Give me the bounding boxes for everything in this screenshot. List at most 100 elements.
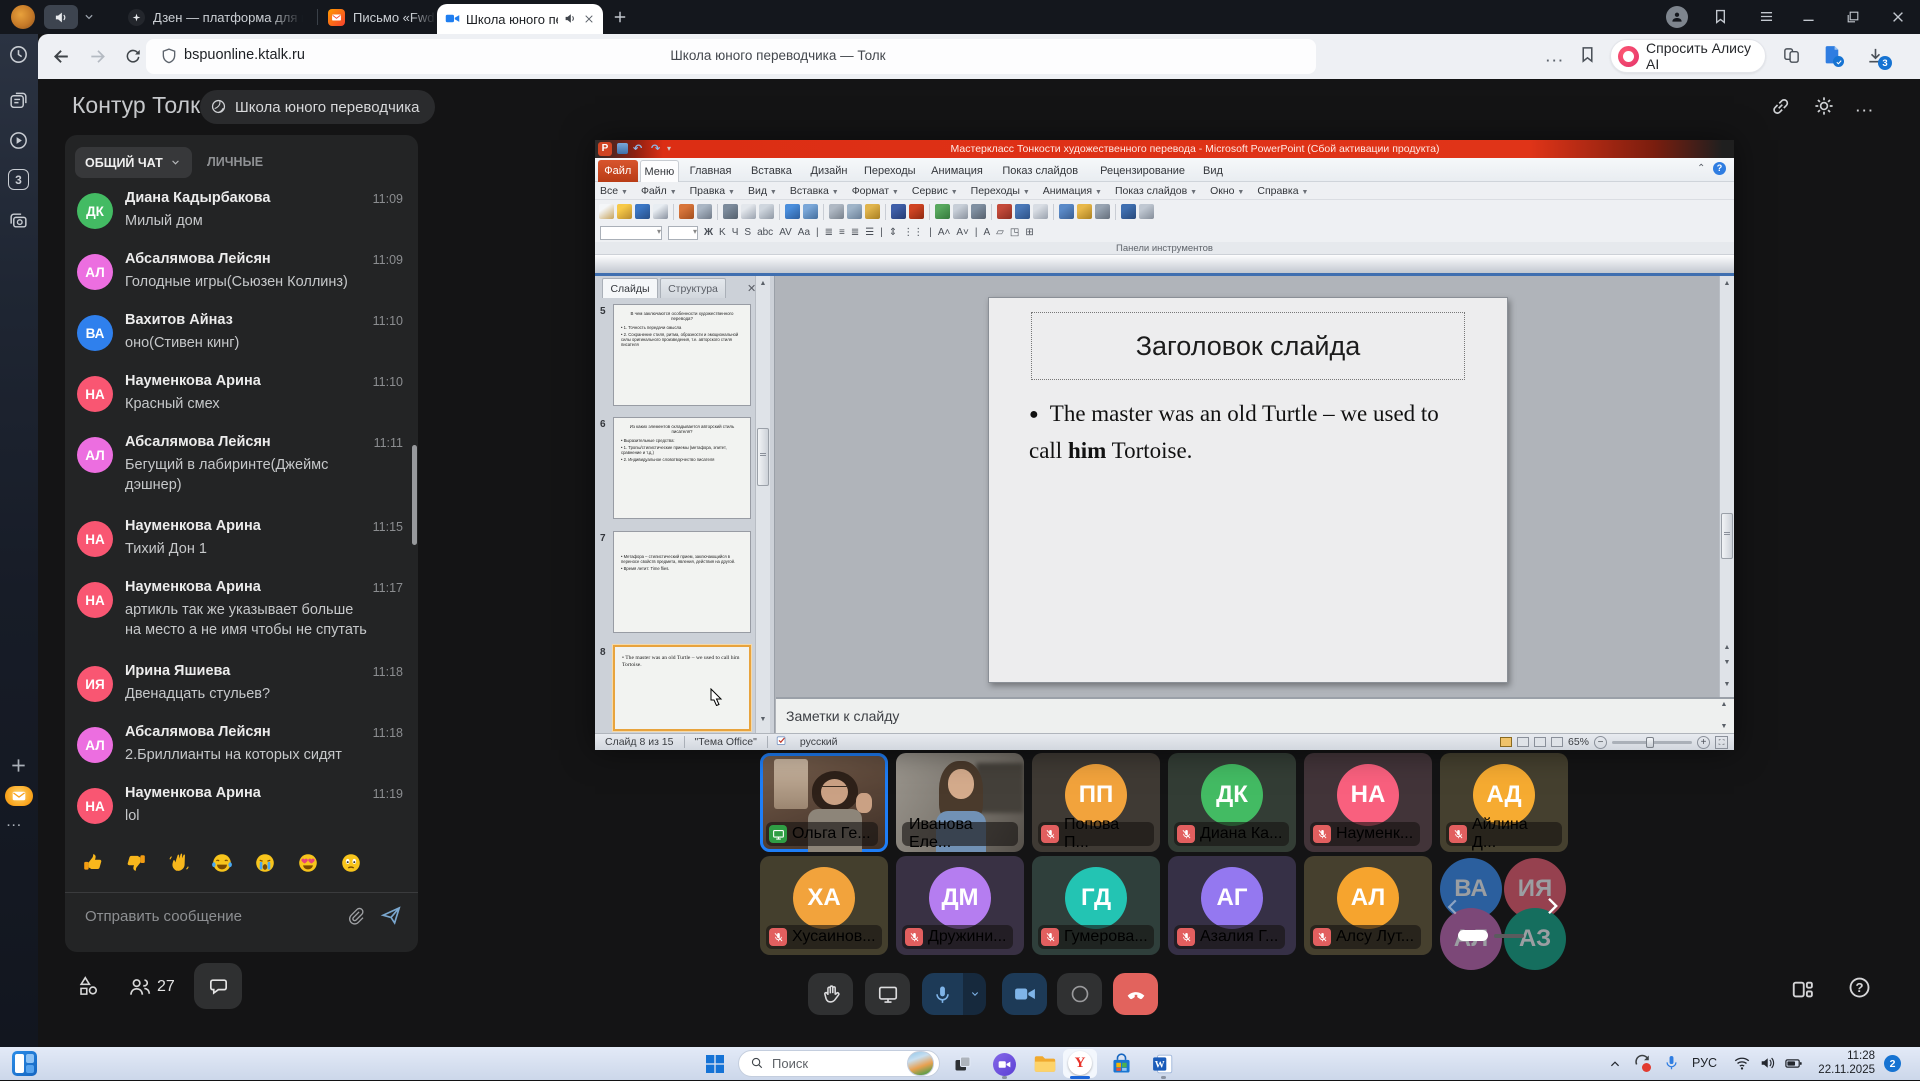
scroll-thumb[interactable] [1721,513,1733,559]
ribbon-tab[interactable]: Рецензирование [1091,160,1195,182]
shapes-reactions-icon[interactable] [77,974,100,997]
format-glyph[interactable]: S [744,227,751,238]
format-glyph[interactable]: ⊞ [1025,227,1033,238]
sidebar-mail-icon[interactable] [5,786,33,806]
format-glyph[interactable]: Ж [704,227,713,238]
scroll-down-icon[interactable]: ▼ [758,716,768,726]
qat-dropdown-icon[interactable]: ▾ [667,144,671,153]
tray-volume-icon[interactable] [1759,1054,1777,1072]
browser-menu-icon[interactable] [1758,8,1775,26]
participant-tile[interactable]: АЛАлсу Лут... [1304,856,1432,955]
participant-tile[interactable]: Ольга Ге... [760,753,888,852]
help-icon[interactable]: ? [1847,975,1872,1000]
toolbar-mini-icon[interactable] [953,204,968,219]
scroll-down-icon[interactable]: ▼ [1722,681,1732,688]
format-glyph[interactable]: ≡ [839,227,845,238]
sidebar-video-icon[interactable] [8,130,29,151]
format-glyph[interactable]: | [880,227,883,238]
chat-tab-general[interactable]: ОБЩИЙ ЧАТ [75,147,192,178]
notes-scroll-up[interactable]: ▲ [1719,701,1729,708]
toolbar-mini-icon[interactable] [997,204,1012,219]
format-glyph[interactable]: abc [757,227,773,238]
participants-icon[interactable] [128,975,152,999]
toolbar-mini-icon[interactable] [1059,204,1074,219]
window-close-button[interactable] [1890,8,1906,26]
format-glyph[interactable]: AV [779,227,792,238]
browser-tab-mail[interactable]: Письмо «Fwd: Ссылка дл [324,0,436,34]
tray-record-icon[interactable] [1633,1053,1653,1073]
slide-thumbnail[interactable]: • Метафора – стилистический прием, заклю… [613,531,751,633]
sidebar-tabs-icon[interactable] [8,90,29,111]
ribbon-tab[interactable]: Переходы [857,160,922,182]
menu-item[interactable]: Вид ▼ [748,185,777,197]
menu-item[interactable]: Окно ▼ [1210,185,1244,197]
participant-tile[interactable]: АДАйлина Д... [1440,753,1568,852]
font-name-select[interactable]: ▾ [600,226,662,240]
ribbon-tab[interactable]: Дизайн [803,160,855,182]
toolbar-mini-icon[interactable] [1121,204,1136,219]
fit-window-icon[interactable]: ⛶ [1715,736,1728,749]
format-glyph[interactable]: ☰ [865,227,874,238]
prev-slide-icon[interactable]: ▲ [1722,644,1732,651]
attach-icon[interactable] [346,906,365,925]
scroll-thumb[interactable] [757,428,769,486]
emoji-thumbs-up[interactable] [82,852,104,874]
mic-dropdown[interactable] [963,973,986,1015]
zoom-in-icon[interactable]: + [1697,736,1710,749]
nav-reload-icon[interactable] [124,47,142,65]
scroll-up-icon[interactable]: ▲ [758,280,768,290]
sidebar-screenshot-icon[interactable] [8,210,29,231]
overflow-cluster[interactable]: ВАИЯАЛАЗ [1440,856,1568,954]
room-pill[interactable]: Школа юного переводчика [200,90,435,124]
hangup-button[interactable] [1113,973,1158,1015]
format-glyph[interactable]: A˅ [956,227,969,238]
slide-bullet[interactable]: ● The master was an old Turtle – we used… [1029,396,1449,469]
copy-link-icon[interactable] [1770,96,1791,117]
toolbar-mini-icon[interactable] [653,204,668,219]
zoom-level[interactable]: 65% [1568,736,1589,748]
toolbar-mini-icon[interactable] [909,204,924,219]
format-glyph[interactable]: Ч [732,227,739,238]
ribbon-tab[interactable]: Вид [1196,160,1229,182]
toolbar-mini-icon[interactable] [759,204,774,219]
widgets-icon[interactable] [12,1051,37,1076]
slide-title-box[interactable]: Заголовок слайда [1031,312,1465,380]
tray-expand-icon[interactable] [1608,1057,1622,1075]
tray-mic-icon[interactable] [1663,1054,1680,1072]
new-tab-button[interactable] [612,8,630,26]
ribbon-tab[interactable]: Меню [640,160,680,182]
ribbon-tab[interactable]: Главная [681,160,740,182]
emoji-joy[interactable] [211,852,233,874]
ribbon-tab[interactable]: Файл [598,160,638,182]
format-glyph[interactable]: K [719,227,726,238]
view-sorter-icon[interactable] [1517,737,1529,747]
emoji-heart-eyes[interactable] [297,852,319,874]
toolbar-mini-icon[interactable] [785,204,800,219]
chat-tab-private[interactable]: ЛИЧНЫЕ [207,155,263,169]
notes-scroll-down[interactable]: ▼ [1719,723,1729,730]
toolbar-mini-icon[interactable] [741,204,756,219]
ppt-help-icon[interactable]: ? [1713,162,1726,175]
ribbon-tab[interactable]: Анимация [924,160,989,182]
task-view-icon[interactable] [953,1054,973,1074]
format-glyph[interactable]: ≣ [825,227,833,238]
toolbar-mini-icon[interactable] [847,204,862,219]
chat-scrollbar[interactable] [412,445,417,545]
slide-thumbnail[interactable]: В чем заключаются особенности художестве… [613,304,751,406]
toolbar-mini-icon[interactable] [865,204,880,219]
qat-save-icon[interactable] [617,143,628,154]
zoom-out-icon[interactable]: − [1594,736,1607,749]
participants-count[interactable]: 27 [157,978,175,996]
mic-main[interactable] [922,973,963,1015]
toolbar-mini-icon[interactable] [1015,204,1030,219]
menu-item[interactable]: Справка ▼ [1257,185,1308,197]
yandex-browser-icon[interactable]: Y [1068,1051,1092,1075]
pane-scrollbar[interactable]: ▲▼ [755,276,770,733]
menu-item[interactable]: Переходы ▼ [971,185,1030,197]
participant-tile[interactable]: НАНауменк... [1304,753,1432,852]
cluster-next-icon[interactable] [1540,894,1564,918]
toolbar-mini-icon[interactable] [803,204,818,219]
emoji-wave[interactable] [168,852,190,874]
zoom-slider[interactable] [1612,741,1692,744]
menu-item[interactable]: Формат ▼ [852,185,899,197]
